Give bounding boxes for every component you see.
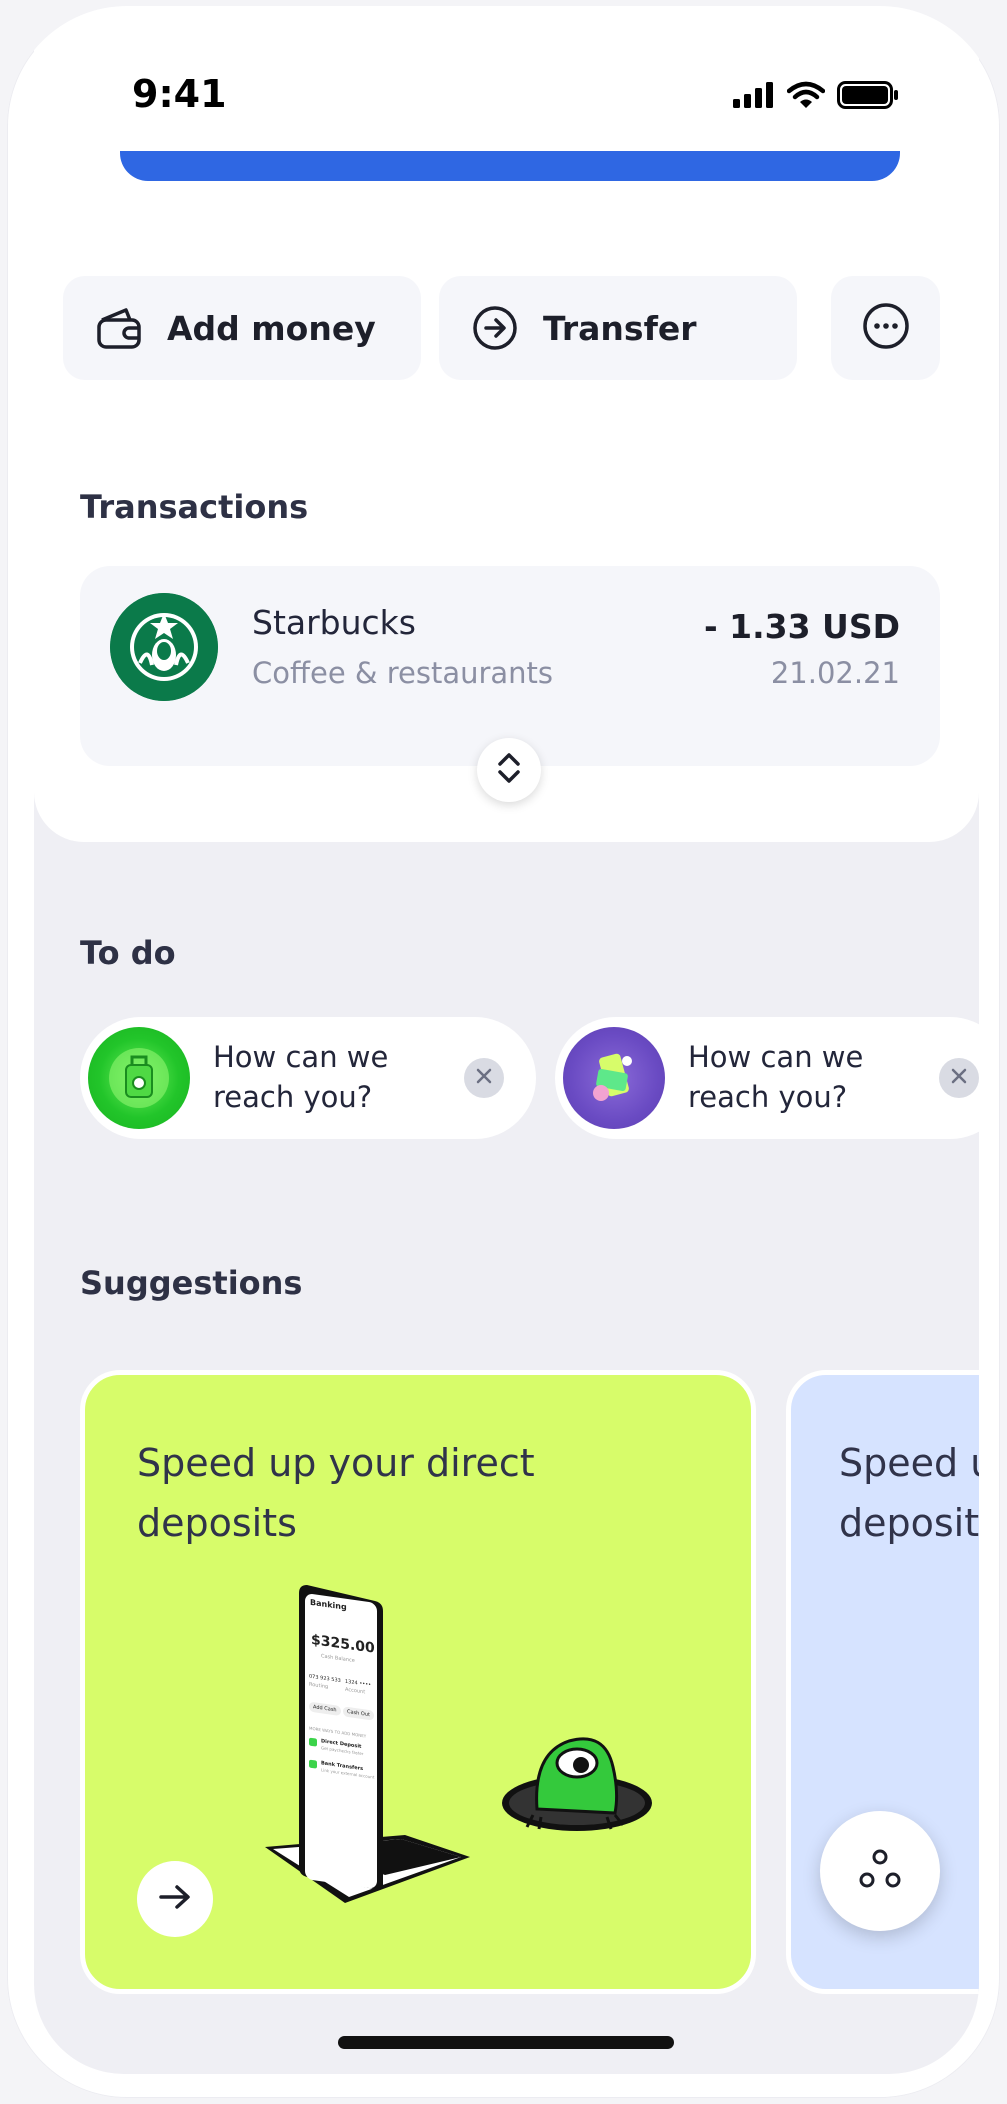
battery-icon: [837, 81, 899, 113]
todo-card-2[interactable]: How can we reach you?: [555, 1017, 979, 1139]
phone-add-cash: Add Cash: [309, 1701, 341, 1717]
top-card: Add money Transfer Transactions Starbuck…: [34, 6, 979, 842]
merchant-category: Coffee & restaurants: [252, 656, 554, 690]
luggage-illustration: [88, 1027, 190, 1129]
expand-toggle[interactable]: [477, 738, 541, 802]
todo-text: How can we reach you?: [688, 1040, 864, 1114]
todo-text: How can we reach you?: [213, 1040, 389, 1114]
banking-phone-illustration: Banking $325.00 Cash Balance 073 923 533…: [265, 1585, 525, 1925]
phone-more-ways: MORE WAYS TO ADD MONEY: [309, 1725, 367, 1739]
phone-row-2-icon: [309, 1759, 317, 1769]
suggestion-card-1[interactable]: Speed up your direct deposits Banking $3…: [80, 1370, 756, 1994]
phone-screen: Banking $325.00 Cash Balance 073 923 533…: [305, 1593, 377, 1890]
wallet-icon: [95, 304, 143, 352]
signal-icon: [733, 82, 775, 112]
phone-header: Banking: [310, 1597, 347, 1612]
transaction-date: 21.02.21: [770, 656, 900, 690]
phone-balance-caption: Cash Balance: [321, 1653, 355, 1665]
merchant-name: Starbucks: [252, 603, 416, 642]
circles-menu-button[interactable]: [820, 1811, 940, 1931]
phone-cash-out: Cash Out: [343, 1706, 374, 1721]
status-icons: [733, 81, 899, 113]
transfer-label: Transfer: [543, 308, 697, 348]
monster-illustration: [497, 1723, 657, 1843]
transaction-amount: - 1.33 USD: [703, 607, 900, 646]
transfer-button[interactable]: Transfer: [439, 276, 797, 380]
chevron-up-down-icon: [495, 748, 523, 792]
suggestions-title: Suggestions: [80, 1264, 303, 1302]
suggestion-title: Speed up your direct deposits: [839, 1441, 979, 1545]
suggestion-title: Speed up your direct deposits: [137, 1441, 535, 1545]
phone-row-1-icon: [309, 1737, 317, 1747]
transaction-row[interactable]: Starbucks Coffee & restaurants - 1.33 US…: [80, 566, 940, 766]
phone-account-label: Account: [345, 1686, 366, 1696]
suggestion-go-button[interactable]: [137, 1861, 213, 1937]
todo-card-1[interactable]: How can we reach you?: [80, 1017, 536, 1139]
arrow-right-circle-icon: [471, 304, 519, 352]
add-money-button[interactable]: Add money: [63, 276, 421, 380]
more-actions-button[interactable]: [831, 276, 940, 380]
phone-frame: Add money Transfer Transactions Starbuck…: [7, 6, 1000, 2098]
todo-dismiss-button[interactable]: [464, 1058, 504, 1098]
phone-routing-label: Routing: [309, 1681, 329, 1691]
starbucks-logo: [110, 593, 218, 701]
close-icon: [475, 1067, 493, 1089]
arrow-right-icon: [158, 1883, 192, 1915]
close-icon: [950, 1067, 968, 1089]
screen: Add money Transfer Transactions Starbuck…: [34, 6, 979, 2074]
phone-illustration: [563, 1027, 665, 1129]
more-dots-icon: [862, 302, 910, 354]
todo-dismiss-button[interactable]: [939, 1058, 979, 1098]
transactions-title: Transactions: [80, 488, 309, 526]
balance-card-edge[interactable]: [120, 151, 900, 181]
home-indicator[interactable]: [338, 2036, 674, 2049]
todo-title: To do: [80, 934, 176, 972]
wifi-icon: [786, 81, 826, 113]
circles-icon: [858, 1848, 902, 1894]
status-time: 9:41: [132, 72, 227, 116]
add-money-label: Add money: [167, 308, 376, 348]
